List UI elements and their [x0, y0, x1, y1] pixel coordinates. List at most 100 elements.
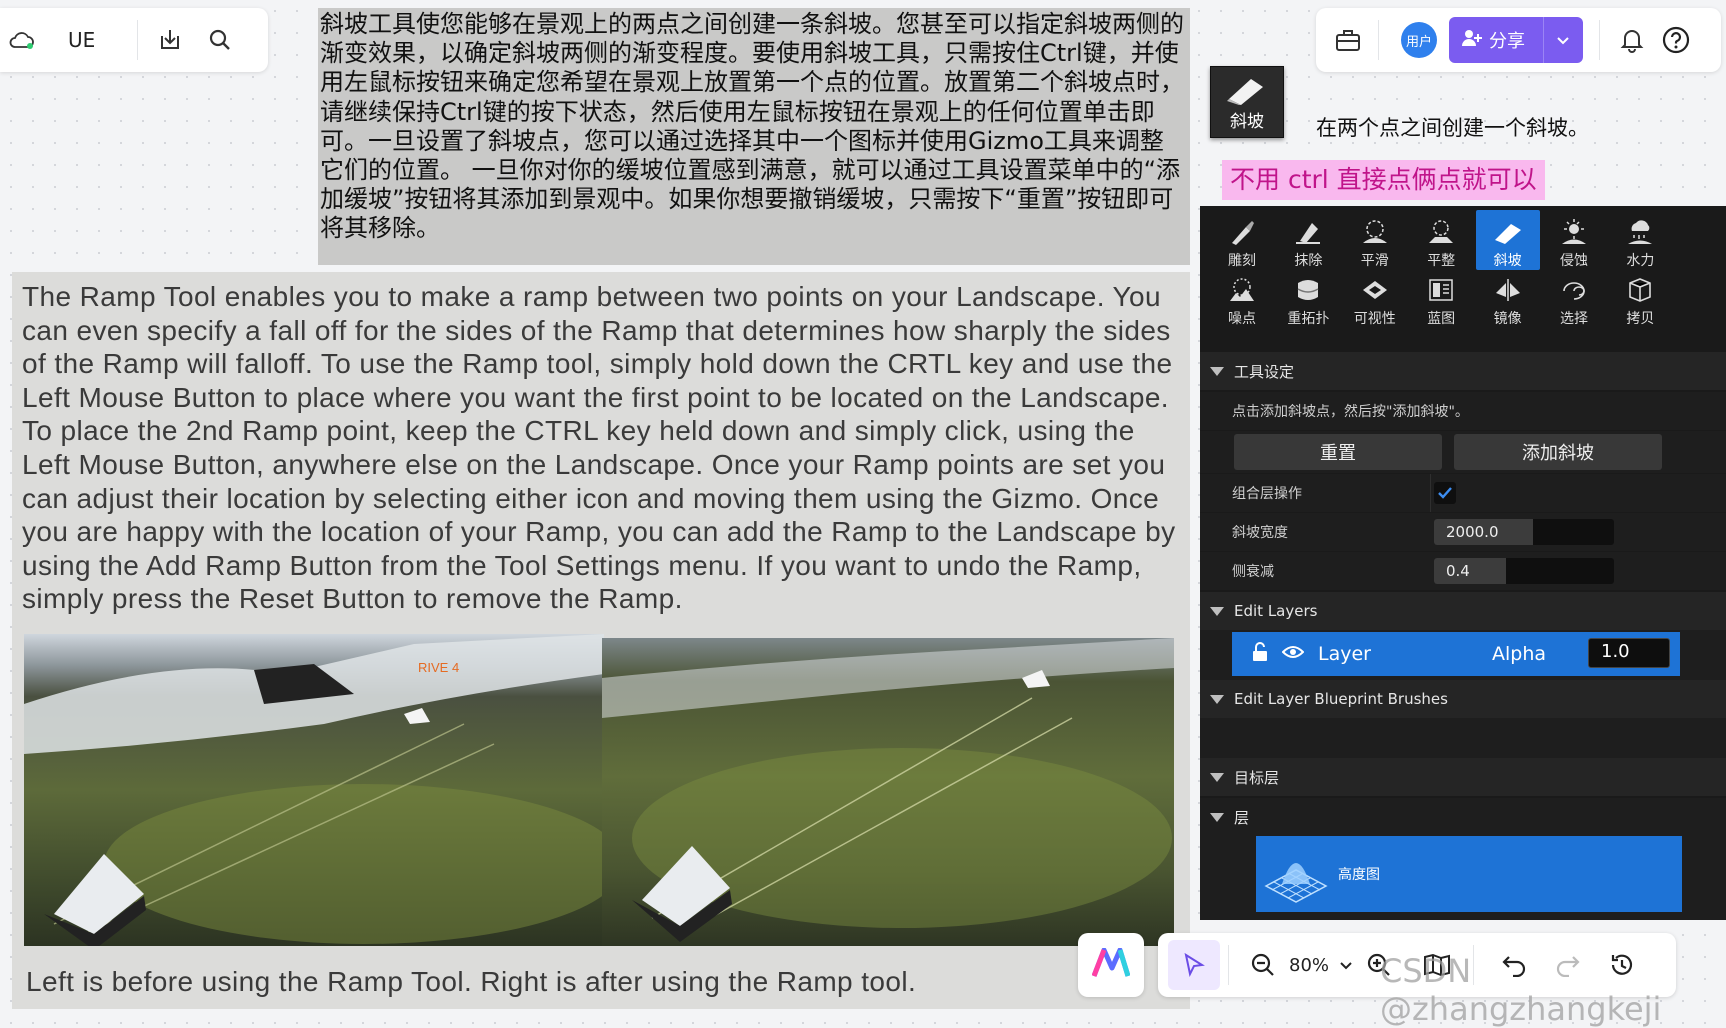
tool-label: 侵蚀 [1560, 253, 1588, 269]
section-title: Edit Layer Blueprint Brushes [1234, 690, 1448, 708]
tool-visibility[interactable]: 可视性 [1343, 268, 1407, 328]
scanned-page: The Ramp Tool enables you to make a ramp… [12, 272, 1190, 1009]
ramp-width-value: 2000.0 [1446, 523, 1499, 541]
chevron-down-icon[interactable] [1339, 956, 1353, 975]
sculpt-icon [1227, 218, 1257, 246]
tool-sculpt[interactable]: 雕刻 [1210, 210, 1274, 270]
chinese-paragraph: 斜坡工具使您能够在景观上的两点之间创建一条斜坡。您甚至可以指定斜坡两侧的渐变效果… [318, 8, 1190, 265]
watermark: CSDN @zhangzhangkeji [1380, 952, 1662, 1028]
tool-ramp[interactable]: 斜坡 [1475, 210, 1540, 270]
noise-icon [1227, 276, 1257, 304]
share-button[interactable]: 分享 [1449, 17, 1583, 63]
tool-label: 抹除 [1294, 253, 1323, 269]
download-icon[interactable] [156, 26, 184, 54]
ai-logo-icon [1091, 947, 1131, 982]
blueprint-icon [1426, 276, 1456, 304]
layer-op-checkbox[interactable] [1434, 482, 1456, 504]
image-caption: Left is before using the Ramp Tool. Righ… [26, 966, 917, 997]
top-left-toolbar: UE [0, 8, 268, 72]
add-user-icon [1461, 28, 1483, 53]
collapse-arrow-icon [1210, 772, 1224, 782]
select-cursor-icon[interactable] [1168, 940, 1220, 990]
toolbar-divider [1228, 945, 1229, 985]
tool-label: 噪点 [1228, 311, 1256, 327]
tool-flatten[interactable]: 平整 [1409, 210, 1473, 270]
hydro-icon [1625, 218, 1655, 246]
ramp-description: 在两个点之间创建一个斜坡。 [1316, 116, 1589, 140]
heightmap-label: 高度图 [1338, 867, 1380, 883]
cloud-sync-icon[interactable] [8, 26, 36, 54]
heightmap-layer[interactable]: 高度图 [1256, 836, 1682, 912]
section-title: Edit Layers [1234, 602, 1318, 620]
add-ramp-button[interactable]: 添加斜坡 [1454, 434, 1662, 470]
tool-label: 雕刻 [1228, 253, 1256, 269]
toolbox-icon[interactable] [1334, 26, 1362, 54]
tool-label: 镜像 [1493, 311, 1522, 327]
alpha-field[interactable]: 1.0 [1588, 638, 1670, 668]
after-ramp-image [602, 638, 1174, 946]
tool-retopologize[interactable]: 重拓扑 [1276, 268, 1340, 328]
bell-icon[interactable] [1618, 26, 1646, 54]
section-title: 工具设定 [1234, 362, 1295, 381]
retopologize-icon [1293, 276, 1323, 304]
tool-label: 可视性 [1353, 311, 1396, 327]
heightmap-icon [1260, 840, 1332, 908]
tool-label: 重拓扑 [1287, 311, 1330, 327]
ramp-icon [1493, 218, 1523, 246]
collapse-arrow-icon [1210, 606, 1224, 616]
tool-settings-header[interactable]: 工具设定 [1200, 352, 1726, 390]
tool-label: 拷贝 [1626, 311, 1655, 327]
landscape-tools-panel: 雕刻 抹除 平滑 平整 斜坡 侵蚀 水力噪点 重拓扑 可视性 蓝图 镜像 选择 拷贝 工具设定 点击添加… [1200, 206, 1726, 920]
alpha-label: Alpha [1492, 643, 1547, 665]
target-layer-header[interactable]: 目标层 [1200, 758, 1726, 796]
side-falloff-field[interactable]: 0.4 [1434, 558, 1614, 584]
tool-mirror[interactable]: 镜像 [1476, 268, 1540, 328]
tool-noise[interactable]: 噪点 [1210, 268, 1274, 328]
ramp-icon [1225, 75, 1267, 109]
tool-blueprint[interactable]: 蓝图 [1409, 268, 1473, 328]
ai-assistant-button[interactable] [1078, 933, 1144, 997]
reset-button[interactable]: 重置 [1234, 434, 1442, 470]
toolbar-divider [1599, 20, 1600, 60]
layer-op-row: 组合层操作 [1200, 474, 1726, 512]
edit-layers-header[interactable]: Edit Layers [1200, 592, 1726, 630]
toolbar-divider [1378, 20, 1379, 60]
tool-copy[interactable]: 拷贝 [1608, 268, 1672, 328]
app-label[interactable]: UE [68, 28, 95, 52]
layer-row[interactable]: Layer Alpha 1.0 [1232, 632, 1680, 676]
layers-subheader[interactable]: 层 [1200, 798, 1726, 836]
collapse-arrow-icon [1210, 812, 1224, 822]
tool-erosion[interactable]: 侵蚀 [1542, 210, 1606, 270]
tool-erase[interactable]: 抹除 [1276, 210, 1340, 270]
collapse-arrow-icon [1210, 366, 1224, 376]
erosion-icon [1559, 218, 1589, 246]
mirror-icon [1493, 276, 1523, 304]
blueprint-brushes-header[interactable]: Edit Layer Blueprint Brushes [1200, 680, 1726, 718]
tool-hydro[interactable]: 水力 [1608, 210, 1672, 270]
tool-hint: 点击添加斜坡点，然后按"添加斜坡"。 [1200, 392, 1726, 430]
layer-op-label: 组合层操作 [1232, 486, 1302, 502]
tool-select[interactable]: 选择 [1542, 268, 1606, 328]
select-icon [1559, 276, 1589, 304]
help-icon[interactable] [1662, 26, 1690, 54]
eye-icon[interactable] [1281, 643, 1305, 665]
tool-label: 蓝图 [1427, 311, 1456, 327]
search-icon[interactable] [206, 26, 234, 54]
erase-icon [1293, 218, 1323, 246]
visibility-icon [1360, 276, 1390, 304]
zoom-out-icon[interactable] [1249, 951, 1277, 979]
copy-icon [1625, 276, 1655, 304]
chevron-down-icon[interactable] [1556, 30, 1570, 51]
zoom-level[interactable]: 80% [1289, 955, 1329, 976]
ramp-width-label: 斜坡宽度 [1232, 525, 1288, 541]
flatten-icon [1426, 218, 1456, 246]
ramp-width-field[interactable]: 2000.0 [1434, 519, 1614, 545]
toolbar-divider [137, 20, 139, 60]
unlock-icon[interactable] [1250, 641, 1270, 667]
tool-smooth[interactable]: 平滑 [1343, 210, 1407, 270]
avatar[interactable]: 用户 [1401, 22, 1437, 58]
ramp-tile-label: 斜坡 [1230, 112, 1264, 132]
tool-label: 斜坡 [1493, 253, 1522, 269]
layer-name: Layer [1318, 643, 1371, 665]
tool-label: 水力 [1626, 253, 1655, 269]
